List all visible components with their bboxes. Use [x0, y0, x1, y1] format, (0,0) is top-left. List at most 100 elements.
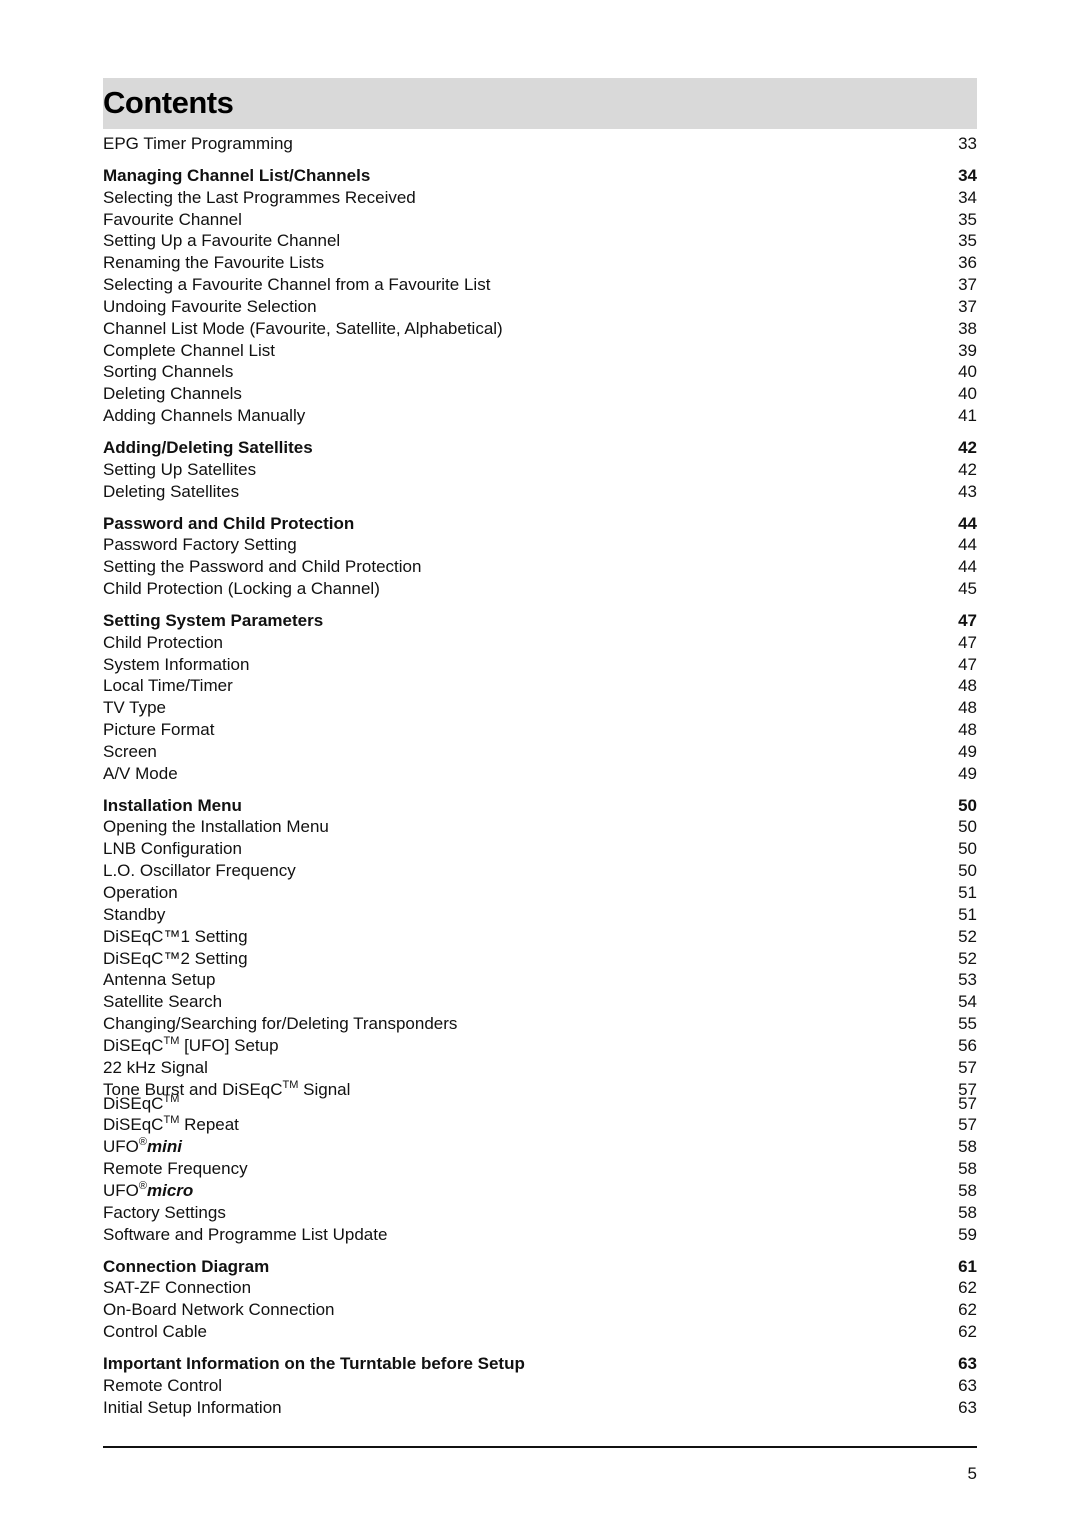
toc-entry[interactable]: Satellite Search 54	[103, 991, 977, 1013]
toc-entry[interactable]: Tone Burst and DiSEqCTM Signal 57	[103, 1079, 977, 1099]
toc-entry-page: 52	[958, 948, 977, 968]
toc-entry-page: 38	[958, 318, 977, 338]
toc-entry[interactable]: Standby 51	[103, 904, 977, 926]
toc-entry-label: System Information	[103, 654, 250, 674]
toc-section-heading[interactable]: Connection Diagram 61	[103, 1256, 977, 1278]
toc-entry[interactable]: Deleting Satellites 43	[103, 481, 977, 503]
toc-entry-label: DiSEqC™2 Setting	[103, 948, 248, 968]
toc-entry[interactable]: Child Protection 47	[103, 632, 977, 654]
toc-entry[interactable]: Deleting Channels 40	[103, 383, 977, 405]
toc-entry-label: DiSEqCTM [UFO] Setup	[103, 1035, 279, 1057]
toc-entry[interactable]: EPG Timer Programming 33	[103, 133, 977, 155]
toc-entry[interactable]: Password Factory Setting 44	[103, 534, 977, 556]
toc-entry[interactable]: Control Cable 62	[103, 1321, 977, 1343]
toc-entry[interactable]: Setting the Password and Child Protectio…	[103, 556, 977, 578]
toc-section-heading[interactable]: Managing Channel List/Channels 34	[103, 165, 977, 187]
toc-entry-page: 40	[958, 384, 977, 404]
toc-entry[interactable]: Channel List Mode (Favourite, Satellite,…	[103, 318, 977, 340]
toc-entry[interactable]: Software and Programme List Update 59	[103, 1224, 977, 1246]
toc-entry-page: 58	[958, 1180, 977, 1200]
label-text: UFO	[103, 1180, 139, 1200]
toc-entry[interactable]: Picture Format 48	[103, 719, 977, 741]
toc-entry[interactable]: Screen 49	[103, 741, 977, 763]
toc-entry-label: Complete Channel List	[103, 340, 275, 360]
toc-entry[interactable]: DiSEqC™2 Setting 52	[103, 948, 977, 970]
toc-entry[interactable]: Operation 51	[103, 882, 977, 904]
label-text: Signal	[298, 1079, 351, 1099]
toc-entry[interactable]: System Information 47	[103, 654, 977, 676]
page-title: Contents	[103, 85, 234, 120]
toc-entry-label: Setting System Parameters	[103, 610, 324, 630]
toc-entry-label: Satellite Search	[103, 992, 223, 1012]
toc-entry-label: Connection Diagram	[103, 1256, 270, 1276]
toc-entry[interactable]: L.O. Oscillator Frequency 50	[103, 860, 977, 882]
toc-entry[interactable]: Local Time/Timer 48	[103, 675, 977, 697]
toc-entry[interactable]: LNB Configuration 50	[103, 838, 977, 860]
toc-entry-page: 62	[958, 1278, 977, 1298]
toc-section-heading[interactable]: Adding/Deleting Satellites 42	[103, 437, 977, 459]
toc-entry[interactable]: Renaming the Favourite Lists 36	[103, 252, 977, 274]
toc-entry-page: 44	[958, 535, 977, 555]
toc-entry-page: 53	[958, 970, 977, 990]
toc-entry[interactable]: Initial Setup Information 63	[103, 1397, 977, 1419]
toc-entry[interactable]: Selecting a Favourite Channel from a Fav…	[103, 274, 977, 296]
toc-entry-label: Child Protection (Locking a Channel)	[103, 579, 380, 599]
toc-entry-page: 59	[958, 1224, 977, 1244]
toc-entry[interactable]: DiSEqCTM Repeat 57	[103, 1114, 977, 1136]
toc-entry-page: 49	[958, 741, 977, 761]
toc-entry-label: Channel List Mode (Favourite, Satellite,…	[103, 318, 503, 338]
toc-entry[interactable]: A/V Mode 49	[103, 763, 977, 785]
toc-entry-label: SAT-ZF Connection	[103, 1278, 252, 1298]
toc-entry[interactable]: Remote Control 63	[103, 1375, 977, 1397]
toc-entry[interactable]: 22 kHz Signal 57	[103, 1057, 977, 1079]
toc-entry[interactable]: Factory Settings 58	[103, 1202, 977, 1224]
toc-section-heading[interactable]: Important Information on the Turntable b…	[103, 1353, 977, 1375]
toc-entry-page: 41	[958, 406, 977, 426]
trademark-mark: TM	[163, 1034, 180, 1047]
toc-entry[interactable]: Complete Channel List 39	[103, 340, 977, 362]
toc-entry-label: Standby	[103, 904, 166, 924]
toc-entry[interactable]: Setting Up Satellites 42	[103, 459, 977, 481]
toc-entry-label: DiSEqCTM Repeat	[103, 1114, 239, 1136]
toc-section-heading[interactable]: Password and Child Protection 44	[103, 513, 977, 535]
toc-entry[interactable]: UFO®micro 58	[103, 1180, 977, 1202]
toc-entry[interactable]: UFO®mini 58	[103, 1136, 977, 1158]
toc-entry-label: Picture Format	[103, 720, 215, 740]
toc-entry[interactable]: Favourite Channel 35	[103, 209, 977, 231]
toc-entry[interactable]: Selecting the Last Programmes Received 34	[103, 187, 977, 209]
toc-entry[interactable]: Adding Channels Manually 41	[103, 405, 977, 427]
toc-entry[interactable]: SAT-ZF Connection 62	[103, 1277, 977, 1299]
toc-entry-label: Local Time/Timer	[103, 676, 233, 696]
toc-section-heading[interactable]: Setting System Parameters 47	[103, 610, 977, 632]
toc-entry[interactable]: Setting Up a Favourite Channel 35	[103, 230, 977, 252]
toc-entry-page: 42	[958, 459, 977, 479]
registered-mark: ®	[138, 1179, 147, 1192]
toc-entry-page: 57	[958, 1115, 977, 1135]
toc-entry[interactable]: Remote Frequency 58	[103, 1158, 977, 1180]
toc-entry-label: Changing/Searching for/Deleting Transpon…	[103, 1014, 458, 1034]
toc-entry[interactable]: Undoing Favourite Selection 37	[103, 296, 977, 318]
toc-entry[interactable]: On-Board Network Connection 62	[103, 1299, 977, 1321]
toc-entry-page: 51	[958, 883, 977, 902]
toc-entry[interactable]: Sorting Channels 40	[103, 361, 977, 383]
toc-entry[interactable]: Child Protection (Locking a Channel) 45	[103, 578, 977, 600]
toc-entry-label: DiSEqCTM	[103, 1093, 179, 1115]
toc-entry[interactable]: DiSEqC™1 Setting 52	[103, 926, 977, 948]
toc-entry[interactable]: DiSEqCTM [UFO] Setup 56	[103, 1035, 977, 1057]
toc-entry[interactable]: Antenna Setup 53	[103, 969, 977, 991]
toc-entry-label: Child Protection	[103, 632, 224, 652]
toc-entry-label: Control Cable	[103, 1322, 207, 1342]
toc-entry-page: 34	[958, 165, 977, 185]
toc-entry-page: 63	[958, 1375, 977, 1395]
toc-entry-label: Antenna Setup	[103, 970, 216, 990]
table-of-contents: EPG Timer Programming 33 Managing Channel …	[103, 133, 977, 1418]
toc-entry-label: Screen	[103, 741, 157, 761]
toc-entry-label: Remote Control	[103, 1375, 223, 1395]
toc-entry-label: Setting the Password and Child Protectio…	[103, 557, 422, 577]
toc-entry-page: 47	[958, 654, 977, 674]
trademark-mark: TM	[163, 1114, 180, 1127]
toc-section-heading[interactable]: Installation Menu 50	[103, 795, 977, 817]
toc-entry[interactable]: TV Type 48	[103, 697, 977, 719]
toc-entry[interactable]: Changing/Searching for/Deleting Transpon…	[103, 1013, 977, 1035]
toc-entry[interactable]: Opening the Installation Menu 50	[103, 816, 977, 838]
